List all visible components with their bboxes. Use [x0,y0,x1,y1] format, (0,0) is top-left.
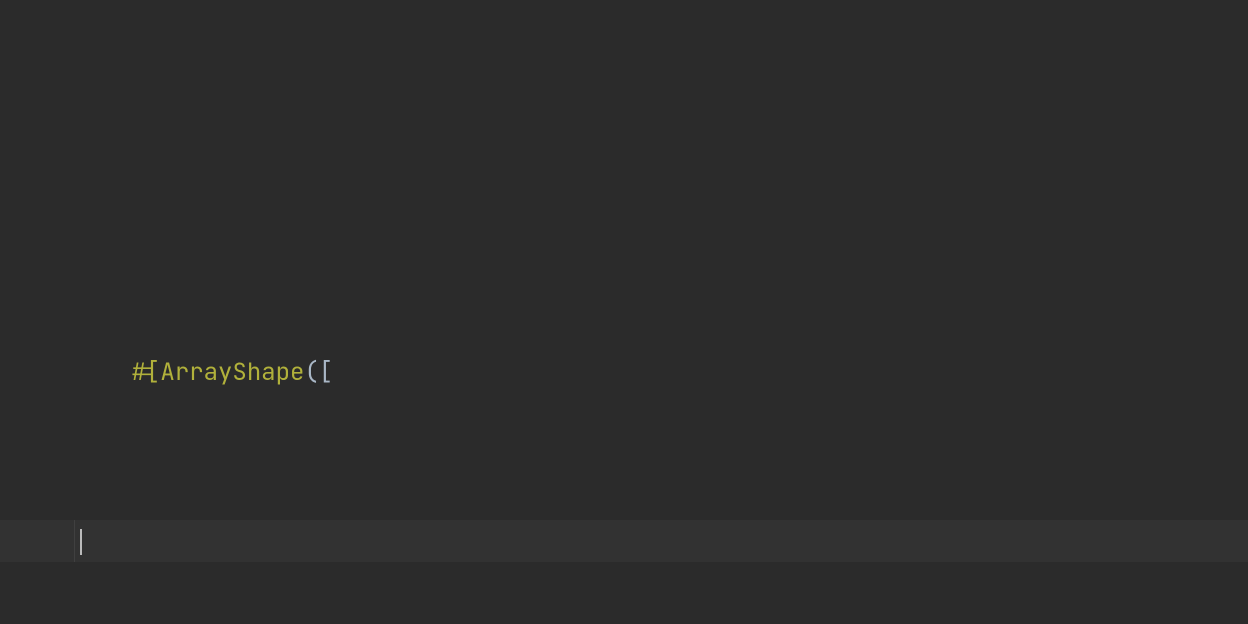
code-line[interactable]: #[ArrayShape([ [0,310,1248,352]
active-line-highlight [0,520,1248,562]
indent-guide [74,520,75,562]
code-editor[interactable]: #[ArrayShape([ 'id' => 'int', 'name' => … [0,0,1248,624]
text-caret [80,529,82,555]
code-line-active[interactable]: 'id' => 'int', [0,520,1248,562]
punct: ([ [304,357,333,388]
attribute-name: ArrayShape [160,357,304,388]
attribute-open: #[ [132,357,161,388]
